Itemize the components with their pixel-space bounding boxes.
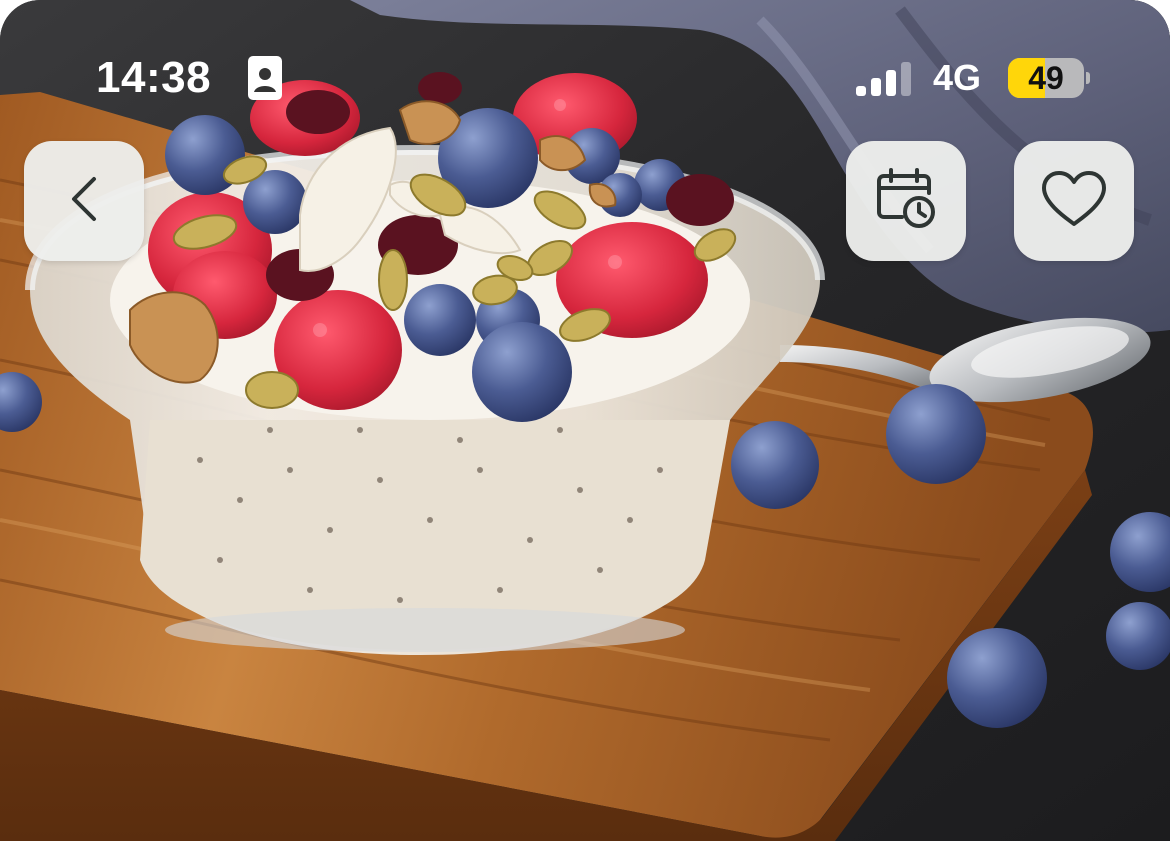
signal-bar [856,86,866,96]
battery-icon: 49 [1008,58,1090,98]
signal-bar [901,62,911,96]
signal-bar [886,70,896,96]
favorite-button[interactable] [1014,141,1134,261]
recipe-detail-screen: 14:38 4G 49 [0,0,1170,841]
schedule-button[interactable] [846,141,966,261]
chevron-left-icon [64,171,104,232]
status-time: 14:38 [96,53,212,102]
battery-level: 49 [1028,60,1064,96]
status-bar: 14:38 4G 49 [0,50,1170,106]
calendar-clock-icon [874,167,938,236]
back-button[interactable] [24,141,144,261]
network-type: 4G [933,57,982,98]
heart-icon [1039,168,1109,235]
signal-bar [871,78,881,96]
recipe-hero-image [0,0,1170,841]
contact-card-icon [248,56,282,100]
cellular-signal-icon [856,62,916,96]
